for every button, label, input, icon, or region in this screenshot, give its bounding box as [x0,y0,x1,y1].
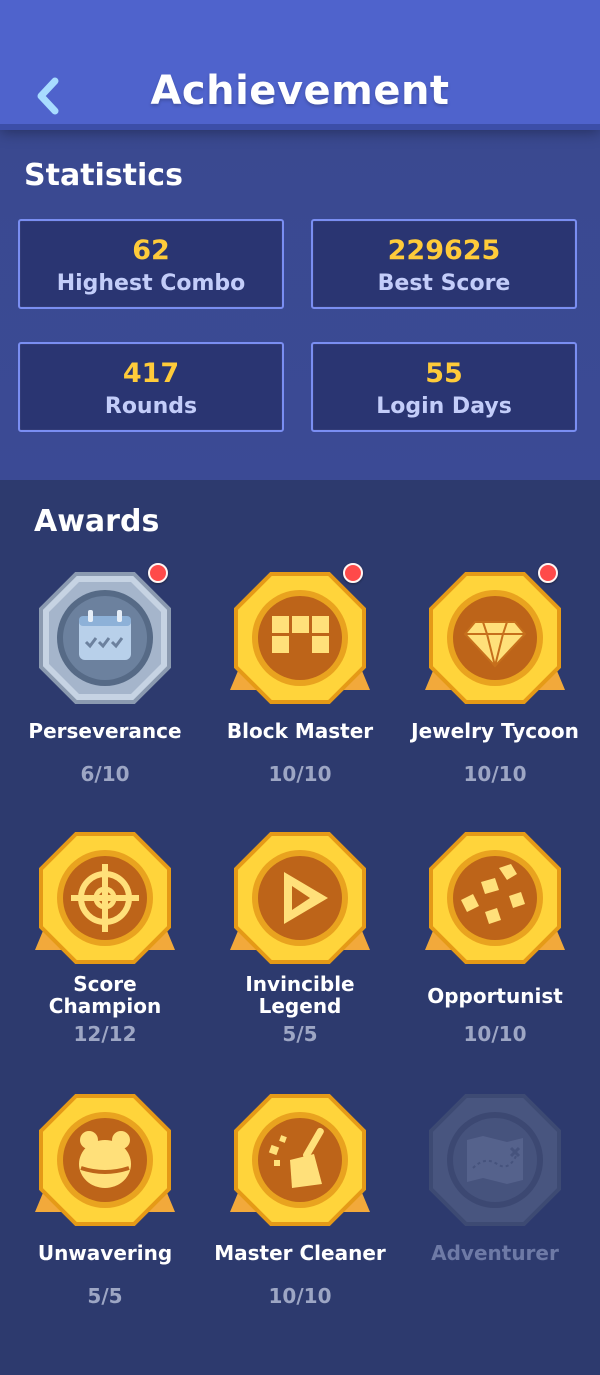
statistics-title: Statistics [24,158,183,193]
notification-dot [148,563,168,583]
award-name: Master Cleaner [214,1241,386,1265]
notification-dot [538,563,558,583]
award-jewelry-tycoon[interactable]: Jewelry Tycoon 10/10 [397,563,593,810]
award-perseverance[interactable]: Perseverance 6/10 [7,563,203,810]
notification-dot [343,563,363,583]
broom-icon [230,1094,370,1226]
diamond-icon [425,572,565,704]
award-opportunist[interactable]: Opportunist 10/10 [397,830,593,1070]
stat-card-highest-combo: 62 Highest Combo [18,219,284,309]
target-icon [35,832,175,964]
award-progress: 10/10 [268,1284,332,1308]
play-icon [230,832,370,964]
award-progress: 12/12 [73,1022,137,1046]
blocks-icon [230,572,370,704]
stat-card-best-score: 229625 Best Score [311,219,577,309]
stat-value: 417 [122,358,180,389]
stat-label: Best Score [377,271,511,296]
award-name: Block Master [226,719,374,743]
award-progress: 10/10 [268,762,332,786]
stat-label: Login Days [376,394,512,419]
award-name: Jewelry Tycoon [411,719,579,743]
award-unwavering[interactable]: Unwavering 5/5 [7,1092,203,1332]
award-name: Opportunist [427,984,563,1008]
award-progress: 10/10 [463,762,527,786]
page-title: Achievement [150,68,450,114]
award-progress: 10/10 [463,1022,527,1046]
statistics-section: Statistics 62 Highest Combo 229625 Best … [0,124,600,480]
stat-label: Rounds [104,394,198,419]
stat-card-rounds: 417 Rounds [18,342,284,432]
award-name: Perseverance [28,719,182,743]
awards-section: Awards Perseverance 6/10 Block Master 10… [0,480,600,1375]
bear-icon [35,1094,175,1226]
stat-value: 229625 [387,235,501,266]
award-invincible-legend[interactable]: Invincible Legend 5/5 [202,830,398,1070]
award-progress: 6/10 [80,762,130,786]
gold-nuggets-icon [425,832,565,964]
header-bar: Achievement [0,0,600,124]
stat-card-login-days: 55 Login Days [311,342,577,432]
stat-value: 55 [425,358,463,389]
calendar-icon [39,572,171,704]
award-name: Unwavering [37,1241,173,1265]
award-progress: 5/5 [282,1022,318,1046]
award-name: Adventurer [431,1241,559,1265]
stat-label: Highest Combo [56,271,246,296]
award-score-champion[interactable]: Score Champion 12/12 [7,830,203,1070]
award-progress: 5/5 [87,1284,123,1308]
award-name: Invincible Legend [245,972,355,1018]
award-name: Score Champion [48,972,162,1018]
award-block-master[interactable]: Block Master 10/10 [202,563,398,810]
award-master-cleaner[interactable]: Master Cleaner 10/10 [202,1092,398,1332]
awards-title: Awards [34,504,160,539]
award-adventurer[interactable]: Adventurer [397,1092,593,1332]
map-icon [429,1094,561,1226]
stat-value: 62 [132,235,170,266]
